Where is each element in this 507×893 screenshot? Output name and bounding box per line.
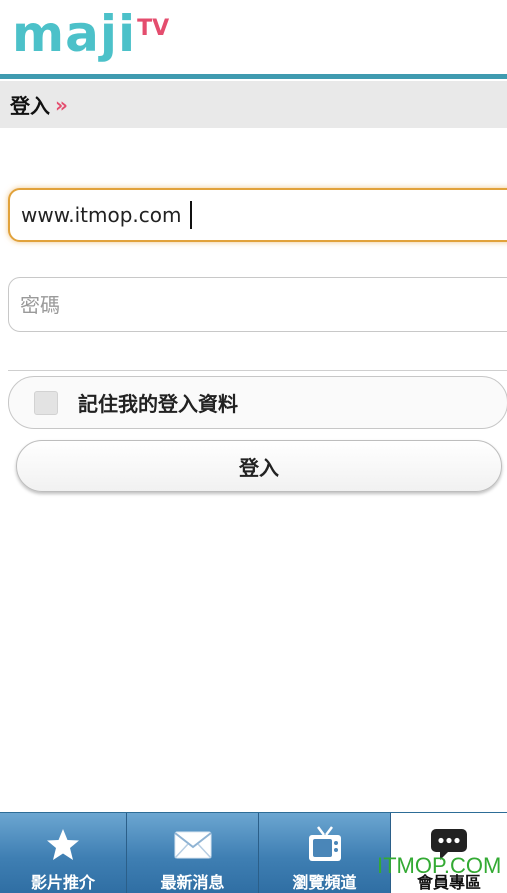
maji-tv-logo[interactable]: maji TV bbox=[12, 6, 169, 66]
text-caret bbox=[190, 201, 192, 229]
tab-featured-videos[interactable]: 影片推介 bbox=[0, 813, 127, 893]
tab-label: 瀏覽頻道 bbox=[292, 873, 357, 892]
tv-icon bbox=[307, 825, 343, 865]
remember-me-label: 記住我的登入資料 bbox=[78, 392, 238, 416]
tab-label: 最新消息 bbox=[160, 873, 225, 892]
tab-latest-news[interactable]: 最新消息 bbox=[127, 813, 259, 893]
logo-text: maji bbox=[12, 5, 137, 63]
logo-tv-text: TV bbox=[137, 16, 170, 41]
header-divider bbox=[0, 74, 507, 79]
breadcrumb: 登入 » bbox=[0, 81, 507, 128]
breadcrumb-arrow-icon: » bbox=[55, 92, 68, 117]
star-icon bbox=[45, 825, 81, 865]
site-watermark: ITMOP.COM bbox=[377, 853, 502, 878]
form-divider bbox=[8, 370, 507, 371]
password-input[interactable] bbox=[8, 277, 507, 332]
tab-browse-channels[interactable]: 瀏覽頻道 bbox=[259, 813, 391, 893]
tab-label: 影片推介 bbox=[30, 873, 95, 892]
login-button[interactable]: 登入 bbox=[16, 440, 502, 492]
page-title: 登入 bbox=[10, 94, 50, 118]
remember-me-checkbox[interactable] bbox=[34, 390, 58, 415]
username-input[interactable] bbox=[8, 188, 507, 242]
envelope-icon bbox=[173, 825, 212, 865]
remember-me-toggle[interactable]: 記住我的登入資料 bbox=[8, 376, 507, 429]
app-header: maji TV bbox=[0, 0, 507, 74]
